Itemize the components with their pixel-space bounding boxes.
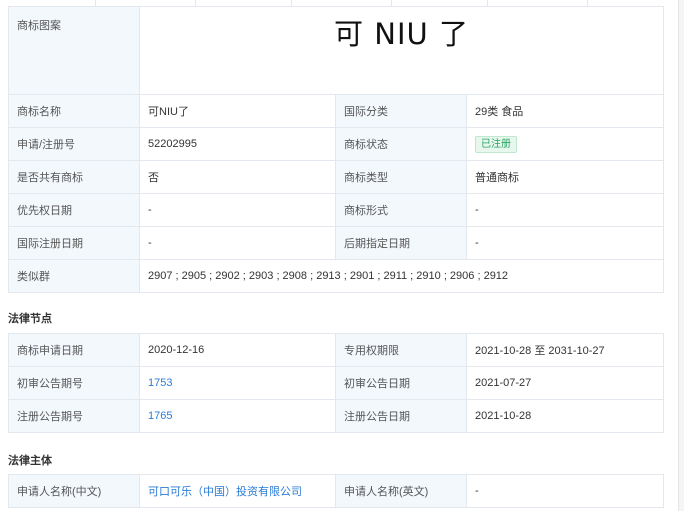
name-label: 商标名称: [8, 94, 140, 128]
table-row: 国际注册日期 - 后期指定日期 -: [8, 226, 664, 260]
table-row: 注册公告期号 1765 注册公告日期 2021-10-28: [8, 399, 664, 433]
scrollbar[interactable]: [678, 0, 684, 511]
priority-label: 优先权日期: [8, 193, 140, 227]
status-badge: 已注册: [475, 135, 517, 153]
applicant-cn-link[interactable]: 可口可乐（中国）投资有限公司: [148, 486, 302, 498]
table-row: 商标名称 可NIU了 国际分类 29类 食品: [8, 94, 664, 128]
similar-label: 类似群: [8, 259, 140, 293]
reg-notice-date-label: 注册公告日期: [335, 399, 467, 433]
trademark-logo: 可 NIU 了: [139, 6, 664, 95]
prelim-no-link[interactable]: 1753: [148, 377, 172, 389]
table-row: 初审公告期号 1753 初审公告日期 2021-07-27: [8, 366, 664, 400]
prelim-date-value: 2021-07-27: [466, 366, 664, 400]
apply-date-value: 2020-12-16: [139, 333, 336, 367]
applicant-en-label: 申请人名称(英文): [335, 474, 467, 508]
logo-row: 商标图案 可 NIU 了: [8, 6, 664, 95]
intl-date-value: -: [139, 226, 336, 260]
similar-groups: 2907 ; 2905 ; 2902 ; 2903 ; 2908 ; 2913 …: [139, 259, 664, 293]
table-row: 优先权日期 - 商标形式 -: [8, 193, 664, 227]
later-date-value: -: [466, 226, 664, 260]
intl-date-label: 国际注册日期: [8, 226, 140, 260]
shared-value: 否: [139, 160, 336, 194]
reg-notice-no-cell: 1765: [139, 399, 336, 433]
prelim-date-label: 初审公告日期: [335, 366, 467, 400]
section-title-legal: 法律节点: [8, 313, 52, 325]
applicant-cn-cell: 可口可乐（中国）投资有限公司: [139, 474, 336, 508]
table-row: 是否共有商标 否 商标类型 普通商标: [8, 160, 664, 194]
trademark-info-table: 商标图案 可 NIU 了 商标名称 可NIU了 国际分类 29类 食品 申请/注…: [8, 6, 664, 293]
class-label: 国际分类: [335, 94, 467, 128]
shared-label: 是否共有商标: [8, 160, 140, 194]
legal-nodes-table: 商标申请日期 2020-12-16 专用权期限 2021-10-28 至 203…: [8, 333, 664, 433]
prelim-no-cell: 1753: [139, 366, 336, 400]
type-value: 普通商标: [466, 160, 664, 194]
legal-subject-table: 申请人名称(中文) 可口可乐（中国）投资有限公司 申请人名称(英文) -: [8, 474, 664, 508]
apply-date-label: 商标申请日期: [8, 333, 140, 367]
applicant-en-value: -: [466, 474, 664, 508]
applicant-cn-label: 申请人名称(中文): [8, 474, 140, 508]
form-label: 商标形式: [335, 193, 467, 227]
prelim-no-label: 初审公告期号: [8, 366, 140, 400]
section-title-subject: 法律主体: [8, 455, 52, 467]
exclusive-value: 2021-10-28 至 2031-10-27: [466, 333, 664, 367]
reg-no-label: 申请/注册号: [8, 127, 140, 161]
reg-no-value: 52202995: [139, 127, 336, 161]
later-date-label: 后期指定日期: [335, 226, 467, 260]
reg-notice-no-link[interactable]: 1765: [148, 410, 172, 422]
reg-notice-no-label: 注册公告期号: [8, 399, 140, 433]
trademark-logo-text: 可 NIU 了: [334, 17, 469, 51]
exclusive-label: 专用权期限: [335, 333, 467, 367]
table-row: 申请/注册号 52202995 商标状态 已注册: [8, 127, 664, 161]
table-row: 申请人名称(中文) 可口可乐（中国）投资有限公司 申请人名称(英文) -: [8, 474, 664, 508]
priority-value: -: [139, 193, 336, 227]
logo-label: 商标图案: [8, 6, 140, 95]
trademark-name: 可NIU了: [139, 94, 336, 128]
type-label: 商标类型: [335, 160, 467, 194]
status-label: 商标状态: [335, 127, 467, 161]
status-cell: 已注册: [466, 127, 664, 161]
reg-notice-date-value: 2021-10-28: [466, 399, 664, 433]
form-value: -: [466, 193, 664, 227]
table-row: 类似群 2907 ; 2905 ; 2902 ; 2903 ; 2908 ; 2…: [8, 259, 664, 293]
table-row: 商标申请日期 2020-12-16 专用权期限 2021-10-28 至 203…: [8, 333, 664, 367]
class-value: 29类 食品: [466, 94, 664, 128]
